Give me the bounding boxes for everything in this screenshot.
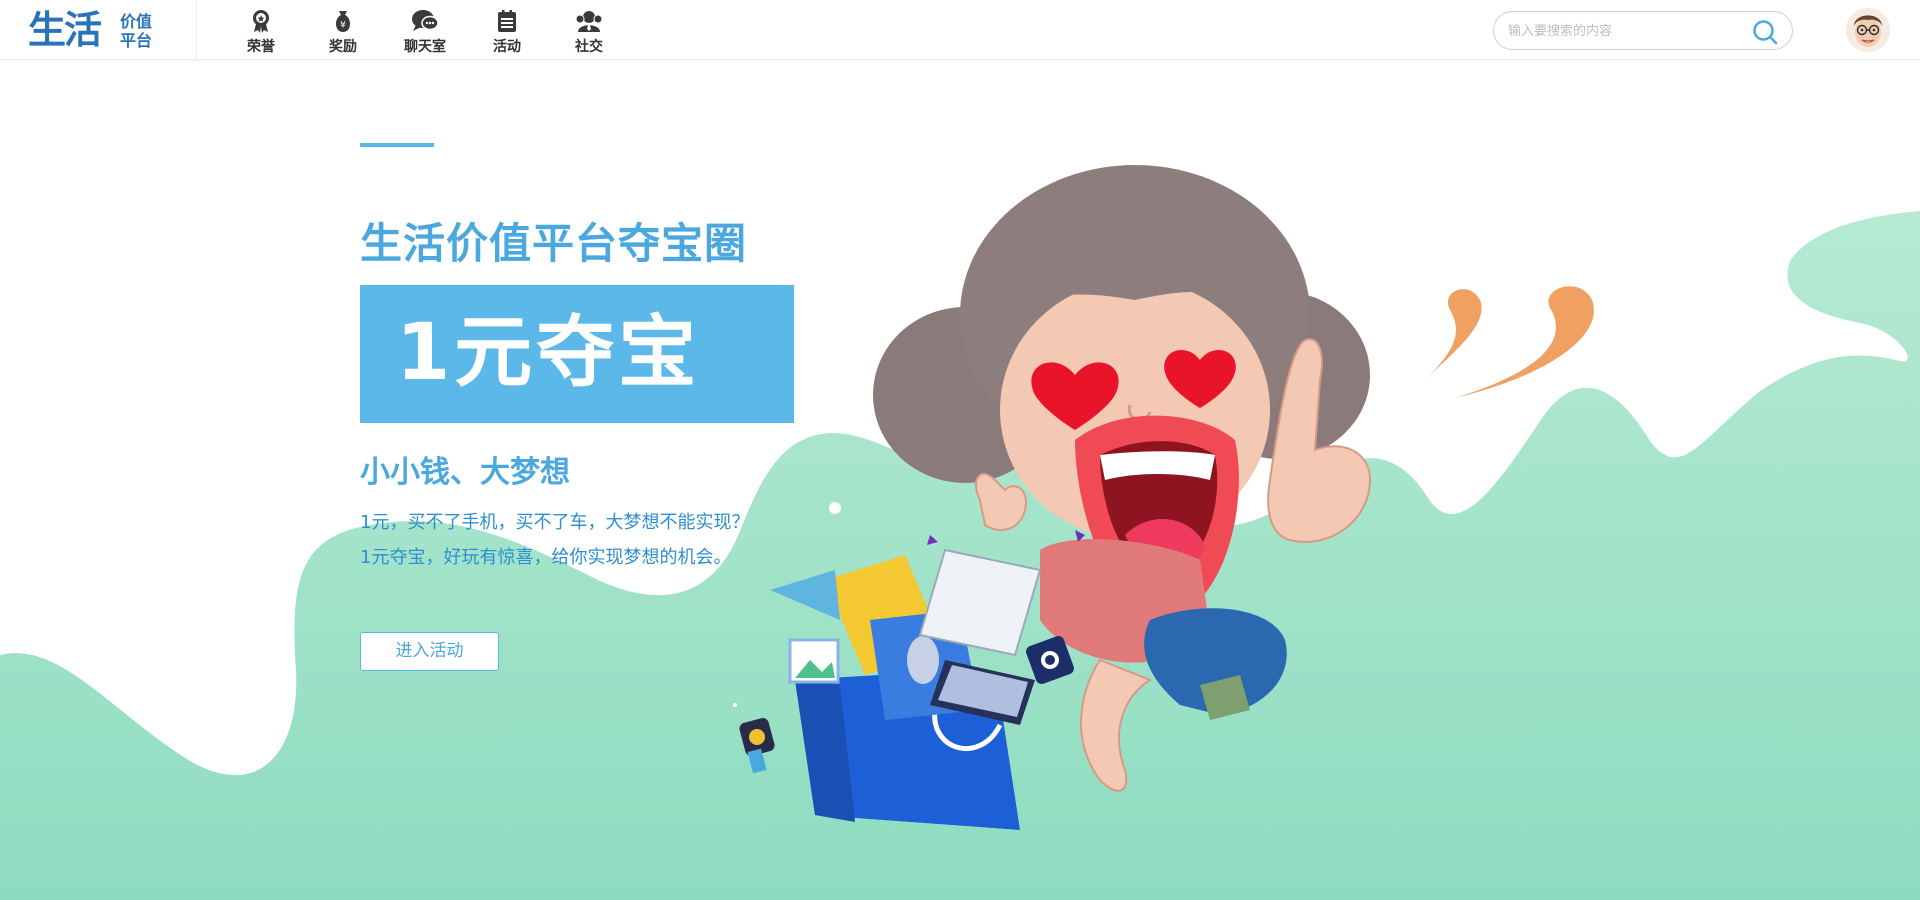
- money-bag-icon: ¥: [335, 11, 351, 32]
- nav-item-activities[interactable]: 活动: [466, 0, 548, 60]
- site-logo[interactable]: 生活 价值平台: [28, 8, 160, 54]
- chat-bubble-icon: [412, 10, 439, 31]
- nav-label: 社交: [575, 39, 603, 55]
- nav-item-rewards[interactable]: ¥ 奖励: [302, 0, 384, 60]
- search-icon[interactable]: [1752, 19, 1778, 45]
- main-nav: 荣誉 ¥ 奖励 聊天室 活动 社交: [220, 0, 630, 60]
- search-box: [1493, 11, 1793, 50]
- enter-activity-button[interactable]: 进入活动: [360, 632, 499, 671]
- hero-subheadline: 小小钱、大梦想: [360, 455, 570, 490]
- nav-item-honor[interactable]: 荣誉: [220, 0, 302, 60]
- nav-label: 奖励: [329, 39, 357, 55]
- nav-label: 活动: [493, 39, 521, 55]
- people-icon: [575, 11, 603, 32]
- calendar-icon: [498, 10, 516, 32]
- nav-label: 聊天室: [404, 39, 446, 55]
- medal-icon: [253, 10, 269, 33]
- user-avatar[interactable]: [1846, 8, 1890, 52]
- top-navigation-bar: 生活 价值平台 荣誉 ¥ 奖励 聊天室 活动 社交 输入要搜索的内容: [0, 0, 1920, 60]
- logo-divider: [196, 0, 197, 60]
- accent-line: [360, 143, 434, 147]
- search-input[interactable]: [1508, 20, 1748, 42]
- logo-main-text: 生活: [28, 8, 102, 52]
- nav-label: 荣誉: [247, 39, 275, 55]
- svg-text:¥: ¥: [340, 21, 346, 31]
- nav-item-social[interactable]: 社交: [548, 0, 630, 60]
- banner-text: 1元夺宝: [396, 308, 701, 398]
- cartoon-girl-illustration: [733, 165, 1594, 830]
- logo-sub-text: 价值平台: [120, 12, 153, 50]
- hero-description-line: 1元夺宝，好玩有惊喜，给你实现梦想的机会。: [360, 547, 732, 568]
- nav-item-chatroom[interactable]: 聊天室: [384, 0, 466, 60]
- avatar-face-icon: [1846, 8, 1890, 52]
